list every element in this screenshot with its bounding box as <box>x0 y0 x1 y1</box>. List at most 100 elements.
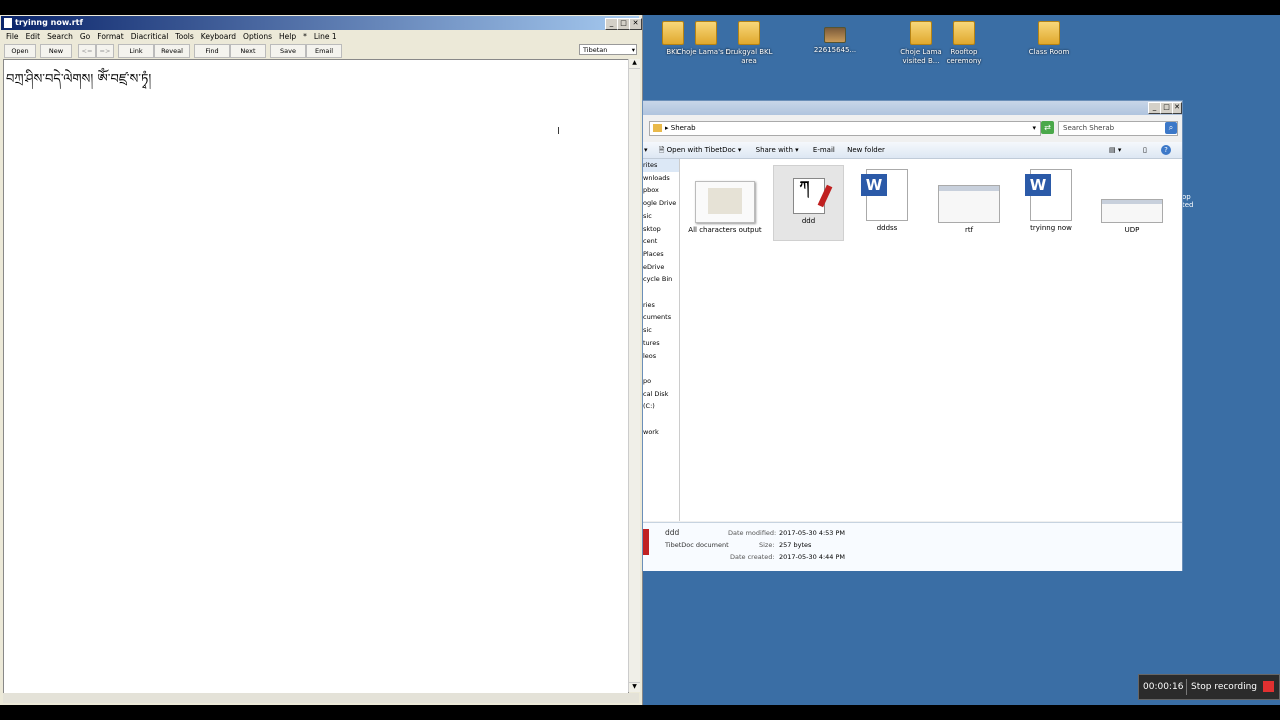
menu-tools[interactable]: Tools <box>175 32 193 41</box>
nav-item-recent-places[interactable]: cent Places <box>643 235 679 260</box>
menu-file[interactable]: File <box>6 32 19 41</box>
nav-item-dropbox[interactable]: pbox <box>643 184 679 197</box>
file-item-rtf[interactable]: rtf <box>932 165 1006 235</box>
nav-item-computer[interactable]: po <box>643 375 679 388</box>
menu-help[interactable]: Help <box>279 32 296 41</box>
nav-item-desktop[interactable]: sktop <box>643 223 679 236</box>
menu-format[interactable]: Format <box>97 32 123 41</box>
nav-item-videos[interactable]: leos <box>643 350 679 363</box>
file-item-ddd[interactable]: ཀ ddd <box>773 165 844 241</box>
reveal-button[interactable]: Reveal <box>154 44 190 58</box>
new-folder-button[interactable]: New folder <box>847 146 885 154</box>
address-bar[interactable]: ▸ Sherab ▾ <box>649 121 1041 136</box>
explorer-titlebar[interactable]: _ □ ✕ <box>643 101 1182 115</box>
open-button[interactable]: Open <box>4 44 36 58</box>
close-button[interactable]: ✕ <box>629 18 642 30</box>
nav-item-google-drive[interactable]: ogle Drive <box>643 197 679 210</box>
search-input[interactable]: Search Sherab <box>1058 121 1178 136</box>
help-icon[interactable]: ? <box>1161 145 1171 155</box>
menu-search[interactable]: Search <box>47 32 73 41</box>
document-text: བཀྲ་ཤིས་བདེ་ལེགས། ཨོཾ་བཛྲ་ས་ཏྭཾ། <box>6 72 152 87</box>
file-item-udp[interactable]: UDP <box>1095 165 1169 235</box>
file-name: rtf <box>964 226 974 234</box>
nav-item-music[interactable]: sic <box>643 210 679 223</box>
toolbar: Open New <= => Link Reveal Find Next Sav… <box>0 43 640 58</box>
chevron-down-icon[interactable]: ▾ <box>1032 122 1036 135</box>
organize-chevron-icon[interactable]: ▾ <box>644 146 648 154</box>
detail-date-modified: 2017-05-30 4:53 PM <box>779 529 846 537</box>
stop-recording-button[interactable]: Stop recording <box>1191 675 1257 699</box>
open-with-button[interactable]: 🗎 Open with TibetDoc ▾ <box>659 146 742 154</box>
file-name: UDP <box>1124 226 1140 234</box>
detail-size: 257 bytes <box>779 541 812 549</box>
file-item-all-characters[interactable]: All characters output <box>688 165 762 235</box>
recording-widget: 00:00:16 Stop recording <box>1138 674 1280 700</box>
file-list: All characters output ཀ ddd W dddss rtf … <box>680 159 1182 521</box>
nav-item-onedrive[interactable]: eDrive <box>643 261 679 274</box>
screenshot-thumbnail-icon <box>938 185 1000 223</box>
preview-pane-icon[interactable]: ▯ <box>1143 142 1147 158</box>
search-icon[interactable]: ⌕ <box>1165 122 1177 134</box>
desktop-icon-drukgyal[interactable]: Drukgyal BKL area <box>718 19 780 66</box>
nav-item-documents[interactable]: cuments <box>643 311 679 324</box>
nav-item-music-lib[interactable]: sic <box>643 324 679 337</box>
navigation-pane: rites wnloads pbox ogle Drive sic sktop … <box>643 159 680 521</box>
nav-item-pictures[interactable]: tures <box>643 337 679 350</box>
file-item-tryinng-now[interactable]: W tryinng now <box>1014 165 1088 233</box>
line-indicator: Line 1 <box>313 32 337 41</box>
modified-indicator: * <box>303 32 307 41</box>
file-name: ddd <box>801 217 816 225</box>
nav-item-libraries[interactable]: ries <box>643 299 679 312</box>
file-item-dddss[interactable]: W dddss <box>850 165 924 233</box>
vertical-scrollbar[interactable]: ▲ ▼ <box>628 59 640 692</box>
document-thumbnail-icon <box>695 181 755 223</box>
scroll-up-arrow-icon[interactable]: ▲ <box>629 59 640 69</box>
desktop-partial-label: op ted <box>1182 193 1194 209</box>
find-button[interactable]: Find <box>194 44 230 58</box>
back-button[interactable]: <= <box>78 44 96 58</box>
next-button[interactable]: Next <box>230 44 266 58</box>
refresh-button[interactable]: ⇄ <box>1041 121 1054 134</box>
document-area[interactable]: བཀྲ་ཤིས་བདེ་ལེགས། ཨོཾ་བཛྲ་ས་ཏྭཾ། I <box>3 59 629 694</box>
nav-item-favorites[interactable]: rites <box>643 159 679 172</box>
divider <box>1186 679 1187 695</box>
folder-icon <box>1038 21 1060 45</box>
horizontal-scrollbar[interactable] <box>3 693 639 703</box>
font-select[interactable]: Tibetan ▾ <box>579 44 637 55</box>
nav-item-downloads[interactable]: wnloads <box>643 172 679 185</box>
forward-button[interactable]: => <box>96 44 114 58</box>
menu-keyboard[interactable]: Keyboard <box>201 32 236 41</box>
image-icon <box>824 27 846 43</box>
email-button[interactable]: E-mail <box>813 146 835 154</box>
menu-go[interactable]: Go <box>80 32 90 41</box>
folder-icon <box>695 21 717 45</box>
editor-window: tryinng now.rtf _ □ ✕ File Edit Search Go Fo… <box>0 15 643 705</box>
tibetdoc-file-icon <box>643 529 649 555</box>
desktop-icon-class-room[interactable]: Class Room <box>1018 19 1080 57</box>
email-button[interactable]: Email <box>306 44 342 58</box>
save-button[interactable]: Save <box>270 44 306 58</box>
desktop-icon-rooftop[interactable]: Rooftop ceremony <box>933 19 995 66</box>
folder-icon <box>953 21 975 45</box>
close-button[interactable]: ✕ <box>1172 102 1182 114</box>
tibetdoc-icon: 🗎 <box>658 146 665 154</box>
menu-edit[interactable]: Edit <box>26 32 41 41</box>
text-cursor-icon: I <box>557 126 560 137</box>
word-document-icon: W <box>861 169 908 221</box>
nav-item-network[interactable]: work <box>643 426 679 439</box>
menu-options[interactable]: Options <box>243 32 272 41</box>
desktop-icon-image[interactable]: 22615645... <box>804 19 866 55</box>
new-button[interactable]: New <box>40 44 72 58</box>
stop-icon[interactable] <box>1263 681 1274 692</box>
scroll-down-arrow-icon[interactable]: ▼ <box>629 682 640 692</box>
link-button[interactable]: Link <box>118 44 154 58</box>
address-path: Sherab <box>670 124 696 132</box>
menu-diacritical[interactable]: Diacritical <box>131 32 169 41</box>
nav-item-local-disk[interactable]: cal Disk (C:) <box>643 388 679 413</box>
explorer-window: _ □ ✕ ▸ Sherab ▾ ⇄ Search Sherab ⌕ ▾ 🗎 O… <box>642 100 1183 571</box>
nav-item-recycle-bin[interactable]: cycle Bin <box>643 273 679 286</box>
file-name: tryinng now <box>1030 224 1072 232</box>
editor-titlebar[interactable]: tryinng now.rtf _ □ ✕ <box>1 16 642 30</box>
view-options-icon[interactable]: ▤ ▾ <box>1109 142 1121 158</box>
share-with-button[interactable]: Share with ▾ <box>756 146 799 154</box>
